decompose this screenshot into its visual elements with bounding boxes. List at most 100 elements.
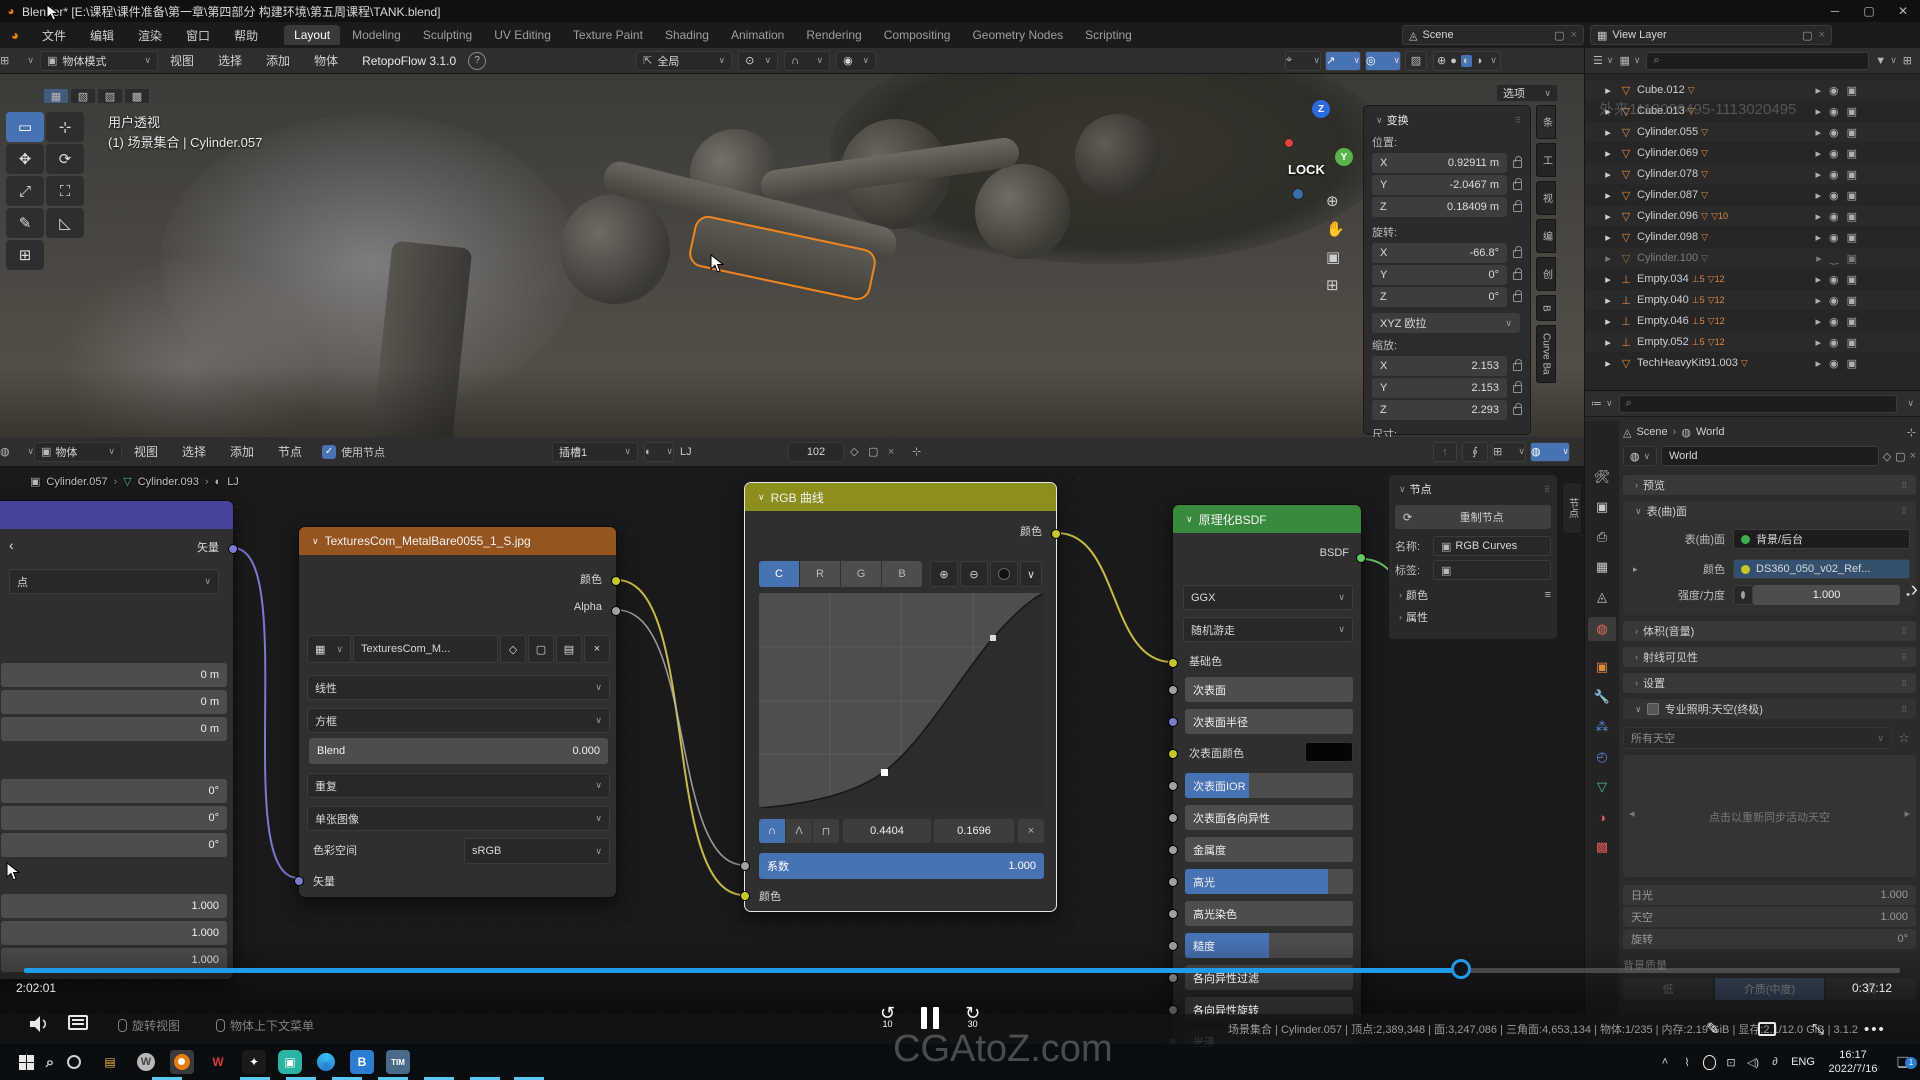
- mapping-rot-z[interactable]: 0°: [1, 833, 227, 857]
- options-button[interactable]: 选项∨: [1496, 84, 1558, 102]
- image-source-dropdown[interactable]: 单张图像∨: [307, 806, 610, 831]
- select-arrow-icon[interactable]: ▸: [1815, 84, 1821, 97]
- npanel-tab-tool[interactable]: 工: [1536, 143, 1556, 177]
- bsdf-out-socket[interactable]: [1356, 553, 1366, 563]
- pb-scene[interactable]: Scene: [1636, 426, 1667, 438]
- node-name-field[interactable]: ▣RGB Curves: [1433, 536, 1551, 556]
- gizmo-z-axis[interactable]: Z: [1312, 100, 1330, 118]
- curve-zoom-out-icon[interactable]: ⊖: [960, 561, 988, 587]
- tool-cursor[interactable]: ⊹: [46, 112, 84, 142]
- mapping-node-header[interactable]: [0, 501, 233, 529]
- file-explorer-icon[interactable]: ▤: [98, 1050, 122, 1074]
- shading-material-icon[interactable]: ◐: [1461, 55, 1472, 67]
- tray-volume-icon[interactable]: ◁): [1742, 1056, 1764, 1069]
- tab-view-layer[interactable]: ▦: [1588, 555, 1616, 579]
- shading-rendered-icon[interactable]: ◑: [1476, 55, 1483, 67]
- outliner-search-input[interactable]: ⌕: [1646, 52, 1869, 70]
- channel-c-button[interactable]: C: [759, 561, 799, 587]
- curve-zoom-in-icon[interactable]: ⊕: [930, 561, 958, 587]
- properties-editor-icon[interactable]: ≔∨: [1591, 397, 1613, 410]
- strength-animate-dot[interactable]: •: [1906, 589, 1910, 601]
- node-sidebar-tab[interactable]: 节点: [1562, 482, 1582, 534]
- quality-low-button[interactable]: 低: [1623, 978, 1713, 1000]
- zoom-view-icon[interactable]: ⊕: [1326, 192, 1345, 210]
- bsdf-subsurface-aniso-socket[interactable]: [1168, 813, 1178, 823]
- image-projection-dropdown[interactable]: 方框∨: [307, 708, 610, 733]
- more-options-icon[interactable]: •••: [1864, 1021, 1886, 1038]
- tab-material[interactable]: ◑: [1588, 805, 1616, 829]
- wps-writer-icon[interactable]: W: [206, 1050, 230, 1074]
- bsdf-subsurface-radius[interactable]: 次表面半径: [1185, 709, 1353, 734]
- mapping-rot-x[interactable]: 0°: [1, 779, 227, 803]
- image-fake-user-icon[interactable]: ◇: [500, 635, 526, 663]
- tray-ime-icon[interactable]: ∂: [1764, 1056, 1786, 1068]
- sky-strength-slider[interactable]: 天空1.000: [1623, 907, 1916, 927]
- strength-socket-icon[interactable]: [1733, 585, 1753, 605]
- tab-data[interactable]: ▽: [1588, 775, 1616, 799]
- vp-menu-select[interactable]: 选择: [206, 52, 254, 69]
- rot-x-lock-icon[interactable]: [1513, 250, 1522, 258]
- curve-tools-dropdown[interactable]: ∨: [1020, 561, 1042, 587]
- sky-preset-dropdown[interactable]: 所有天空∨: [1623, 727, 1892, 749]
- quality-medium-button[interactable]: 介质(中度): [1715, 978, 1823, 1000]
- rot-y-lock-icon[interactable]: [1513, 272, 1522, 280]
- outliner-filter-icon[interactable]: ▼∨: [1875, 55, 1896, 67]
- notification-center-icon[interactable]: ❏1: [1886, 1054, 1920, 1071]
- view-layer-selector[interactable]: ▦ View Layer ▢ ×: [1590, 25, 1832, 45]
- scale-x-lock-icon[interactable]: [1513, 363, 1522, 371]
- scale-y-lock-icon[interactable]: [1513, 385, 1522, 393]
- channel-g-button[interactable]: G: [841, 561, 881, 587]
- image-copy-icon[interactable]: ▢: [528, 635, 554, 663]
- world-fake-user-icon[interactable]: ◇: [1883, 450, 1891, 463]
- npanel-tab-curveba[interactable]: Curve Ba: [1536, 325, 1556, 383]
- mapping-loc-x[interactable]: 0 m: [1, 663, 227, 687]
- ortho-toggle-icon[interactable]: ⊞: [1326, 276, 1345, 294]
- blender-taskbar-icon[interactable]: [170, 1050, 194, 1074]
- image-node-header[interactable]: ∨TexturesCom_MetalBare0055_1_S.jpg: [299, 527, 616, 555]
- shading-mode-buttons[interactable]: ⊕ ● ◐ ◑ ∨: [1433, 51, 1501, 71]
- node-panel-title[interactable]: 节点: [1410, 481, 1432, 497]
- world-unlink-icon[interactable]: ×: [1910, 450, 1916, 462]
- bsdf-subsurface-color-swatch[interactable]: [1305, 742, 1353, 762]
- bsdf-subsurface-aniso-slider[interactable]: 次表面各向异性: [1185, 805, 1353, 830]
- image-blend-slider[interactable]: Blend0.000: [309, 738, 608, 764]
- wps-office-icon[interactable]: W: [134, 1050, 158, 1074]
- volume-button[interactable]: [30, 1016, 50, 1035]
- loc-z-field[interactable]: Z0.18409 m: [1372, 197, 1507, 217]
- scene-copy-icon[interactable]: ▢: [1554, 29, 1564, 42]
- transform-orientation-dropdown[interactable]: ⇱全局∨: [636, 51, 732, 71]
- curve-widget[interactable]: [759, 593, 1044, 808]
- rotation-mode-dropdown[interactable]: XYZ 欧拉∨: [1372, 313, 1520, 333]
- gizmos-toggle[interactable]: ↗∨: [1325, 51, 1361, 71]
- loc-x-field[interactable]: X0.92911 m: [1372, 153, 1507, 173]
- snap-dropdown[interactable]: ∩∨: [784, 51, 830, 71]
- image-vector-in-socket[interactable]: [294, 876, 304, 886]
- mapping-vector-out-socket[interactable]: [228, 544, 238, 554]
- loc-y-field[interactable]: Y-2.0467 m: [1372, 175, 1507, 195]
- tool-move[interactable]: ✥: [6, 144, 44, 174]
- image-alpha-out-socket[interactable]: [611, 606, 621, 616]
- workspace-tab-geometrynodes[interactable]: Geometry Nodes: [962, 25, 1073, 45]
- mode-dropdown[interactable]: ▣物体模式∨: [40, 51, 158, 71]
- minimize-button[interactable]: ─: [1818, 0, 1852, 22]
- retopoflow-help-icon[interactable]: ?: [468, 52, 486, 70]
- workspace-tab-modeling[interactable]: Modeling: [342, 25, 411, 45]
- bsdf-subsurface-ior-socket[interactable]: [1168, 781, 1178, 791]
- menu-edit[interactable]: 编辑: [78, 27, 126, 44]
- bsdf-roughness-slider[interactable]: 糙度: [1185, 933, 1353, 958]
- npanel-tab-b[interactable]: B: [1536, 295, 1556, 321]
- tab-texture[interactable]: ▩: [1588, 835, 1616, 859]
- tab-world-active[interactable]: ◍: [1588, 617, 1616, 641]
- bsdf-subsurface-radius-socket[interactable]: [1168, 717, 1178, 727]
- select-mode-buttons[interactable]: ▦ ▧ ▨ ▩: [43, 88, 150, 104]
- tab-particles[interactable]: ⁂: [1588, 715, 1616, 739]
- gizmo-y-axis[interactable]: Y: [1335, 148, 1353, 166]
- surface-panel-header[interactable]: ∨表(曲)面⠿: [1623, 501, 1916, 521]
- tray-expand-icon[interactable]: ˄: [1654, 1056, 1676, 1068]
- image-texture-node[interactable]: ∨TexturesCom_MetalBare0055_1_S.jpg 颜色 Al…: [298, 526, 617, 898]
- mapping-scale-x[interactable]: 1.000: [1, 894, 227, 918]
- select-extend-icon[interactable]: ▧: [70, 88, 96, 104]
- screenshot-frame-icon[interactable]: [1758, 1022, 1776, 1036]
- shading-solid-icon[interactable]: ●: [1450, 55, 1457, 67]
- loc-x-lock-icon[interactable]: [1513, 160, 1522, 168]
